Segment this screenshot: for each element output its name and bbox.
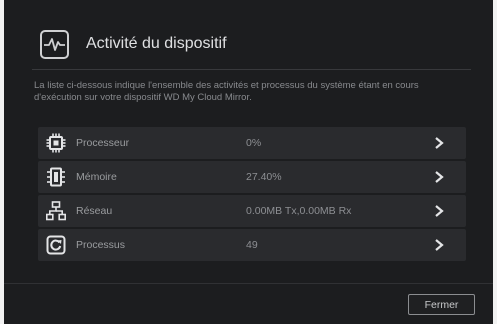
- memory-icon: [47, 167, 65, 187]
- dialog-description: La liste ci-dessous indique l'ensemble d…: [34, 80, 419, 103]
- chevron-right-icon: [435, 239, 444, 251]
- chevron-right-icon: [435, 205, 444, 217]
- row-label: Réseau: [76, 205, 113, 217]
- activity-row-processes[interactable]: Processus 49: [38, 229, 466, 261]
- process-icon: [46, 235, 66, 255]
- dialog-header: Activité du dispositif: [32, 25, 471, 70]
- row-value: 0.00MB Tx,0.00MB Rx: [246, 205, 352, 217]
- footer-divider: [4, 283, 493, 284]
- row-label: Mémoire: [76, 171, 117, 183]
- row-value: 0%: [246, 137, 262, 149]
- row-value: 27.40%: [246, 171, 282, 183]
- network-icon: [46, 201, 66, 221]
- activity-row-processor[interactable]: Processeur 0%: [38, 127, 466, 159]
- row-value: 49: [246, 239, 258, 251]
- device-activity-dialog: Activité du dispositif La liste ci-desso…: [4, 0, 493, 324]
- activity-pulse-icon: [40, 30, 69, 59]
- chevron-right-icon: [435, 171, 444, 183]
- cpu-icon: [46, 133, 66, 153]
- row-label: Processus: [76, 239, 126, 251]
- dialog-title: Activité du dispositif: [86, 35, 227, 52]
- close-button[interactable]: Fermer: [408, 294, 475, 315]
- chevron-right-icon: [435, 137, 444, 149]
- activity-list: Processeur 0% Mémoire 27.40% Réseau 0.00…: [38, 127, 466, 263]
- activity-row-network[interactable]: Réseau 0.00MB Tx,0.00MB Rx: [38, 195, 466, 227]
- activity-row-memory[interactable]: Mémoire 27.40%: [38, 161, 466, 193]
- row-label: Processeur: [76, 137, 130, 149]
